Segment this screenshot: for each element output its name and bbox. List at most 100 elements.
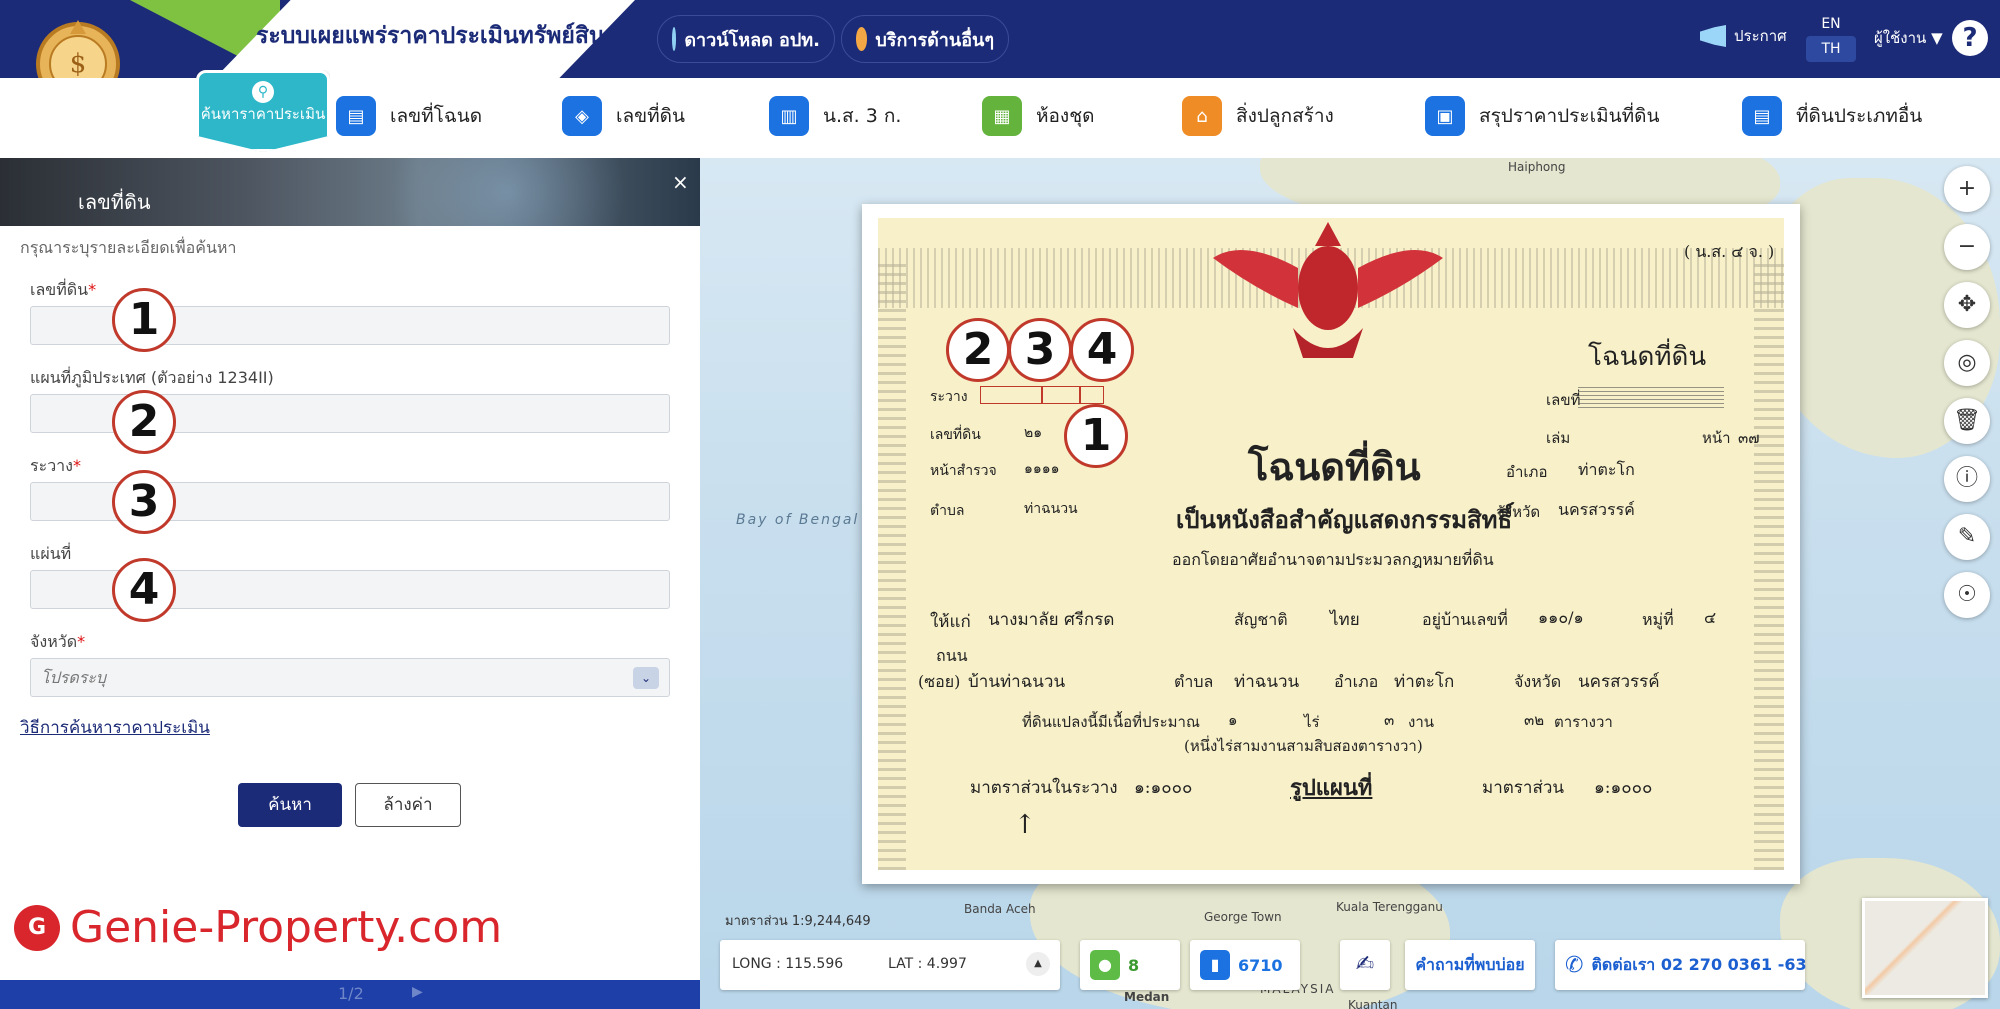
map-label-kuantan: Kuantan bbox=[1348, 998, 1398, 1009]
deed-no-label: เลขที่ bbox=[1546, 391, 1581, 409]
clear-button[interactable]: ล้างค่า bbox=[355, 783, 461, 827]
download-button[interactable]: ดาวน์โหลด อปท. bbox=[657, 15, 835, 63]
rawang-highlight-box bbox=[1080, 386, 1104, 404]
other-land-icon: ▤ bbox=[1742, 96, 1782, 136]
zoom-out-icon[interactable]: − bbox=[1944, 224, 1990, 270]
trash-icon[interactable]: 🗑 bbox=[1944, 398, 1990, 444]
land-number-label: เลขที่ดิน* bbox=[30, 278, 96, 303]
deed-annotation-2: 2 bbox=[946, 318, 1010, 382]
lang-en-option[interactable]: EN bbox=[1806, 12, 1856, 36]
deed-form-code: ( น.ส. ๔ จ. ) bbox=[1684, 242, 1775, 261]
required-mark: * bbox=[88, 280, 97, 299]
top-header: ระบบเผยแพร่ราคาประเมินทรัพย์สิน ดาวน์โหล… bbox=[0, 0, 2000, 78]
site-title: ระบบเผยแพร่ราคาประเมินทรัพย์สิน bbox=[256, 23, 605, 49]
search-button[interactable]: ค้นหา bbox=[238, 783, 342, 827]
lang-th-option[interactable]: TH bbox=[1806, 36, 1856, 62]
map-label-george-town: George Town bbox=[1204, 910, 1282, 924]
search-valuation-tab[interactable]: ⚲ ค้นหาราคาประเมิน bbox=[196, 70, 330, 152]
locate-icon[interactable]: ◎ bbox=[1944, 340, 1990, 386]
how-to-search-link[interactable]: วิธีการค้นหาราคาประเมิน bbox=[20, 714, 210, 741]
nav-item-deed-number[interactable]: ▤ เลขที่โฉนด bbox=[336, 96, 482, 136]
search-valuation-label: ค้นหาราคาประเมิน bbox=[200, 105, 326, 123]
map-view[interactable]: Haiphong Bay of Bengal Banda Aceh George… bbox=[700, 158, 2000, 1009]
watermark-text: Genie-Property.com bbox=[70, 902, 503, 953]
nav-item-condo[interactable]: ▦ ห้องชุด bbox=[982, 96, 1094, 136]
rawang-highlight-box bbox=[1042, 386, 1080, 404]
nav-item-label: สรุปราคาประเมินที่ดิน bbox=[1479, 105, 1660, 127]
watermark: G Genie-Property.com bbox=[14, 902, 502, 953]
annotation-4: 4 bbox=[112, 558, 176, 622]
chevron-up-icon[interactable]: ▲ bbox=[1026, 952, 1050, 976]
deed-moo-value: ๔ bbox=[1704, 608, 1717, 627]
map-label-medan: Medan bbox=[1124, 990, 1170, 1004]
nav-item-label: ห้องชุด bbox=[1036, 105, 1095, 127]
pan-arrows-icon[interactable]: ✥ bbox=[1944, 282, 1990, 328]
field-label-text: แผ่นที่ bbox=[30, 544, 72, 563]
deed-annotation-4: 4 bbox=[1070, 318, 1134, 382]
user-menu[interactable]: ผู้ใช้งาน ▼ bbox=[1874, 26, 1943, 50]
latitude-text: LAT : 4.997 bbox=[888, 956, 967, 972]
basemap-thumbnail[interactable] bbox=[1862, 898, 1988, 998]
play-next-icon[interactable]: ▶ bbox=[412, 984, 423, 1000]
deed-border-left bbox=[878, 258, 906, 870]
field-label-text: จังหวัด bbox=[30, 632, 78, 651]
nav-item-label: น.ส. 3 ก. bbox=[823, 105, 902, 127]
deed-issued-to: ให้แก่ bbox=[930, 612, 971, 632]
pager-bar: 1/2 ▶ bbox=[0, 980, 700, 1009]
network-graphic bbox=[380, 158, 700, 226]
layers-icon: ◈ bbox=[562, 96, 602, 136]
province-select[interactable]: โปรดระบุ ⌄ bbox=[30, 658, 670, 697]
deed-rawang-label: ระวาง bbox=[930, 389, 968, 405]
visitor-stat: ▮ 6710 bbox=[1190, 940, 1300, 990]
deed-land-no-value: ๒๑ bbox=[1024, 425, 1043, 441]
deed-scale-value: ๑:๑๐๐๐ bbox=[1134, 778, 1193, 798]
map-label-haiphong: Haiphong bbox=[1508, 160, 1566, 174]
nav-item-ns3k[interactable]: ▥ น.ส. 3 ก. bbox=[769, 96, 901, 136]
title-deed-paper: ( น.ส. ๔ จ. ) โฉนดที่ดิน เลขที่ เล่ม หน้… bbox=[878, 218, 1784, 870]
nav-item-land-summary[interactable]: ▣ สรุปราคาประเมินที่ดิน bbox=[1425, 96, 1659, 136]
online-users-stat: ● 8 bbox=[1080, 940, 1180, 990]
annotation-2: 2 bbox=[112, 390, 176, 454]
nav-item-other-land[interactable]: ▤ ที่ดินประเภทอื่น bbox=[1742, 96, 1922, 136]
survey-icon[interactable]: ✍ bbox=[1340, 940, 1390, 990]
ruler-icon[interactable]: ✎ bbox=[1944, 514, 1990, 560]
deed-subtitle: เป็นหนังสือสำคัญแสดงกรรมสิทธิ์ bbox=[1176, 505, 1513, 534]
nav-item-structure[interactable]: ⌂ สิ่งปลูกสร้าง bbox=[1182, 96, 1334, 136]
north-arrow-icon: ↑ bbox=[1014, 810, 1036, 840]
chevron-down-icon: ⌄ bbox=[633, 667, 659, 689]
deed-province2-value: นครสวรรค์ bbox=[1578, 672, 1660, 692]
other-services-button[interactable]: บริการด้านอื่นๆ bbox=[841, 15, 1009, 63]
deed-area-words: (หนึ่งไร่สามงานสามสิบสองตารางวา) bbox=[1184, 737, 1423, 755]
field-label-text: แผนที่ภูมิประเทศ (ตัวอย่าง 1234II) bbox=[30, 368, 274, 387]
deed-no-redacted bbox=[1578, 384, 1724, 408]
map-label-kuala-terengganu: Kuala Terengganu bbox=[1336, 900, 1443, 914]
faq-button[interactable]: คำถามที่พบบ่อย bbox=[1405, 940, 1535, 990]
deed-area-wa: ๓๒ bbox=[1524, 711, 1545, 729]
topo-map-label: แผนที่ภูมิประเทศ (ตัวอย่าง 1234II) bbox=[30, 366, 274, 391]
street-view-icon[interactable]: ☉ bbox=[1944, 572, 1990, 618]
deed-border-right bbox=[1754, 258, 1784, 870]
deed-tambon2-label: ตำบล bbox=[1174, 672, 1214, 691]
deed-soi-value: บ้านท่าฉนวน bbox=[968, 672, 1066, 692]
province-placeholder: โปรดระบุ bbox=[41, 668, 107, 687]
deed-annotation-3: 3 bbox=[1008, 318, 1072, 382]
deed-address-label: อยู่บ้านเลขที่ bbox=[1422, 610, 1508, 629]
nav-item-label: เลขที่ดิน bbox=[616, 105, 685, 127]
deed-ngan-label: งาน bbox=[1408, 713, 1435, 731]
language-switcher: EN TH bbox=[1806, 12, 1856, 68]
garuda-emblem bbox=[1213, 222, 1443, 358]
contact-button[interactable]: ✆ ติดต่อเรา 02 270 0361 -63 bbox=[1555, 940, 1807, 990]
coordinates-box: LONG : 115.596 LAT : 4.997 ▲ bbox=[720, 940, 1060, 990]
zoom-in-icon[interactable]: + bbox=[1944, 166, 1990, 212]
announcement-button[interactable]: ประกาศ bbox=[1700, 24, 1787, 48]
help-button[interactable]: ? bbox=[1952, 20, 1988, 56]
visitor-count: 6710 bbox=[1238, 955, 1283, 975]
service-person-icon bbox=[856, 27, 868, 51]
map-label-bay-of-bengal: Bay of Bengal bbox=[736, 512, 860, 528]
deed-survey-page-value: ๑๑๑๑ bbox=[1024, 461, 1060, 477]
info-icon[interactable]: ⓘ bbox=[1944, 456, 1990, 502]
required-mark: * bbox=[77, 632, 86, 651]
close-icon[interactable]: × bbox=[672, 170, 689, 194]
nav-item-land-number[interactable]: ◈ เลขที่ดิน bbox=[562, 96, 685, 136]
panel-header: เลขที่ดิน × bbox=[0, 158, 700, 226]
